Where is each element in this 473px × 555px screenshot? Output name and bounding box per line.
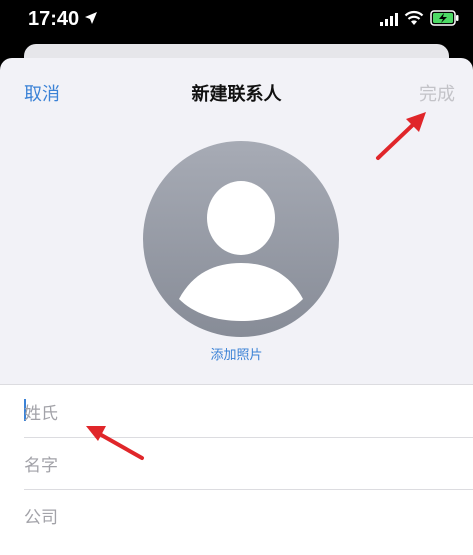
nav-title: 新建联系人 — [191, 84, 282, 105]
person-silhouette-icon — [179, 181, 303, 321]
contact-fields: 姓氏 名字 公司 — [0, 384, 473, 555]
status-bar: 17:40 — [0, 0, 473, 40]
done-button[interactable]: 完成 — [419, 80, 455, 106]
last-name-placeholder: 姓氏 — [24, 404, 58, 424]
cellular-signal-icon — [380, 13, 398, 26]
new-contact-sheet: 新建联系人 取消 完成 添加照片 姓氏 名字 公司 — [0, 58, 473, 555]
cancel-button[interactable]: 取消 — [24, 80, 60, 106]
status-time: 17:40 — [28, 8, 80, 30]
last-name-field[interactable]: 姓氏 — [24, 385, 473, 438]
company-placeholder: 公司 — [24, 508, 58, 528]
add-photo-link[interactable]: 添加照片 — [0, 344, 473, 363]
avatar-placeholder[interactable] — [143, 141, 339, 337]
location-arrow-icon — [85, 12, 97, 24]
first-name-placeholder: 名字 — [24, 456, 58, 476]
watermark: Baidu 经验 — [354, 511, 432, 528]
battery-charging-icon — [430, 10, 459, 26]
first-name-field[interactable]: 名字 — [24, 437, 473, 490]
wifi-icon — [404, 10, 424, 25]
